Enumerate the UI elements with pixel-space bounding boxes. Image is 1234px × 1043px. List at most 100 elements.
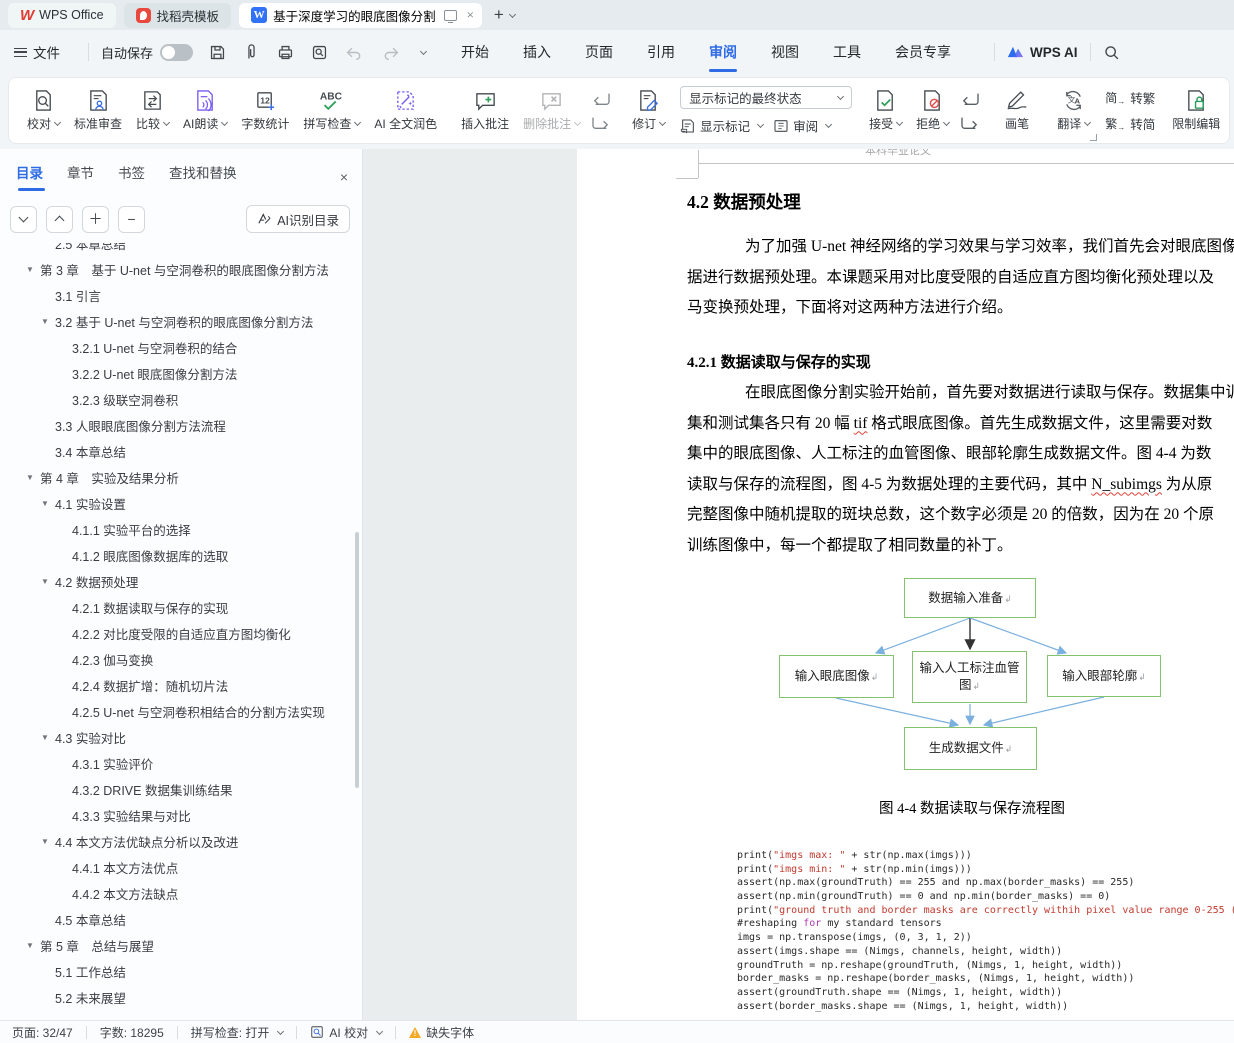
- toc-previous-button[interactable]: [46, 205, 73, 233]
- show-markup-button[interactable]: 显示标记: [680, 116, 765, 135]
- print-icon[interactable]: [277, 44, 294, 61]
- wps-ai-button[interactable]: WPS AI: [1007, 44, 1078, 60]
- translate-button[interactable]: 文A 翻译: [1050, 87, 1097, 134]
- screen-share-icon[interactable]: [443, 9, 457, 23]
- ai-recognize-toc-button[interactable]: AI识别目录: [246, 205, 350, 233]
- toc-next-button[interactable]: [10, 205, 37, 233]
- undo-icon[interactable]: [345, 45, 364, 60]
- toc-toggle-icon[interactable]: ▼: [26, 473, 40, 482]
- toc-item[interactable]: 3.2.3 级联空洞卷积: [0, 386, 362, 412]
- toc-toggle-icon[interactable]: ▼: [41, 837, 55, 846]
- toc-item[interactable]: 5.1 工作总结: [0, 958, 362, 984]
- tab-document[interactable]: W 基于深度学习的眼底图像分割 ×: [239, 2, 482, 28]
- toc-item[interactable]: 3.4 本章总结: [0, 438, 362, 464]
- toc-item[interactable]: ▼ 第 5 章 总结与展望: [0, 932, 362, 958]
- menu-item-3[interactable]: 页面: [568, 36, 630, 68]
- menu-item-8[interactable]: 会员专享: [878, 36, 968, 68]
- pen-button[interactable]: 画笔: [994, 87, 1040, 134]
- sidebar-tab-find-replace[interactable]: 查找和替换: [169, 162, 237, 191]
- toc-expand-button[interactable]: ＋: [82, 205, 109, 233]
- toc-item[interactable]: 4.4.2 本文方法缺点: [0, 880, 362, 906]
- reject-button[interactable]: 拒绝: [909, 87, 956, 134]
- sidebar-tab-contents[interactable]: 目录: [16, 162, 45, 191]
- sidebar-tab-bookmarks[interactable]: 书签: [118, 162, 145, 191]
- restrict-editing-button[interactable]: 限制编辑: [1165, 87, 1227, 134]
- sidebar-tab-chapters[interactable]: 章节: [67, 162, 94, 191]
- next-change-icon[interactable]: [960, 115, 980, 131]
- insert-comment-button[interactable]: 插入批注: [454, 87, 516, 134]
- menu-item-6[interactable]: 视图: [754, 36, 816, 68]
- toc-item[interactable]: 4.2.5 U-net 与空洞卷积相结合的分割方法实现: [0, 698, 362, 724]
- markup-state-select[interactable]: 显示标记的最终状态: [680, 86, 853, 109]
- toc-item[interactable]: 2.5 本章总结: [0, 243, 362, 256]
- save-icon[interactable]: [209, 44, 226, 61]
- close-tab-icon[interactable]: ×: [467, 7, 474, 23]
- toc-item[interactable]: 4.5 本章总结: [0, 906, 362, 932]
- word-count-button[interactable]: 12 字数统计: [234, 87, 296, 134]
- menu-item-1[interactable]: 开始: [444, 36, 506, 68]
- track-changes-button[interactable]: 修订: [625, 87, 672, 134]
- toc-item[interactable]: 4.1.1 实验平台的选择: [0, 516, 362, 542]
- toc-item[interactable]: ▼ 4.4 本文方法优缺点分析以及改进: [0, 828, 362, 854]
- search-icon[interactable]: [1103, 44, 1120, 61]
- toc-toggle-icon[interactable]: ▼: [26, 265, 40, 274]
- toc-toggle-icon[interactable]: ▼: [41, 577, 55, 586]
- word-count-indicator[interactable]: 字数: 18295: [100, 1024, 164, 1041]
- autosave-toggle[interactable]: [160, 43, 194, 61]
- toc-item[interactable]: ▼ 3.2 基于 U-net 与空洞卷积的眼底图像分割方法: [0, 308, 362, 334]
- toc-item[interactable]: 4.2.3 伽马变换: [0, 646, 362, 672]
- spellcheck-status[interactable]: 拼写检查: 打开: [191, 1024, 285, 1041]
- menu-item-4[interactable]: 引用: [630, 36, 692, 68]
- toc-item[interactable]: 3.3 人眼眼底图像分割方法流程: [0, 412, 362, 438]
- toc-item[interactable]: ▼ 4.3 实验对比: [0, 724, 362, 750]
- toc-toggle-icon[interactable]: ▼: [41, 733, 55, 742]
- toc-item[interactable]: 4.4.1 本文方法优点: [0, 854, 362, 880]
- tab-wps-office[interactable]: W WPS Office: [8, 2, 116, 28]
- toc-item[interactable]: 4.3.3 实验结果与对比: [0, 802, 362, 828]
- export-pdf-icon[interactable]: [243, 43, 260, 61]
- next-comment-icon[interactable]: [591, 115, 611, 131]
- toc-item[interactable]: ▼ 第 3 章 基于 U-net 与空洞卷积的眼底图像分割方法: [0, 256, 362, 282]
- tab-list-chevron-icon[interactable]: [508, 10, 516, 18]
- menu-item-7[interactable]: 工具: [816, 36, 878, 68]
- sidebar-close-icon[interactable]: ×: [340, 169, 348, 185]
- toc-item[interactable]: 3.1 引言: [0, 282, 362, 308]
- document-page[interactable]: 本科毕业论文 4.2 数据预处理 为了加强 U-net 神经网络的学习效果与学习…: [577, 149, 1234, 1020]
- toc-item[interactable]: ▼ 第 4 章 实验及结果分析: [0, 464, 362, 490]
- accept-button[interactable]: 接受: [862, 87, 909, 134]
- toc-collapse-button[interactable]: −: [118, 205, 145, 233]
- toc-item[interactable]: 3.2.2 U-net 眼底图像分割方法: [0, 360, 362, 386]
- redo-icon[interactable]: [381, 45, 400, 60]
- toc-item[interactable]: 4.1.2 眼底图像数据库的选取: [0, 542, 362, 568]
- toc-toggle-icon[interactable]: ▼: [26, 941, 40, 950]
- print-preview-icon[interactable]: [311, 44, 328, 61]
- previous-change-icon[interactable]: [960, 91, 980, 107]
- previous-comment-icon[interactable]: [591, 91, 611, 107]
- new-tab-button[interactable]: +: [494, 5, 504, 25]
- toc-item[interactable]: 4.3.2 DRIVE 数据集训练结果: [0, 776, 362, 802]
- ribbon-expand-icon[interactable]: [1090, 134, 1097, 141]
- proofread-button[interactable]: 校对: [20, 87, 67, 134]
- toc-item[interactable]: 4.2.4 数据扩增：随机切片法: [0, 672, 362, 698]
- toc-item[interactable]: 4.2.1 数据读取与保存的实现: [0, 594, 362, 620]
- missing-font-warning[interactable]: 缺失字体: [409, 1024, 474, 1041]
- toc-item[interactable]: ▼ 4.1 实验设置: [0, 490, 362, 516]
- ai-proofread-status[interactable]: AI 校对: [310, 1024, 384, 1041]
- toc-item[interactable]: 5.2 未来展望: [0, 984, 362, 1010]
- file-menu-button[interactable]: 文件: [14, 42, 60, 62]
- toc-toggle-icon[interactable]: ▼: [41, 317, 55, 326]
- spell-check-button[interactable]: ABC 拼写检查: [296, 87, 367, 134]
- toc-item[interactable]: 4.3.1 实验评价: [0, 750, 362, 776]
- page-indicator[interactable]: 页面: 32/47: [12, 1024, 73, 1041]
- menu-item-2[interactable]: 插入: [506, 36, 568, 68]
- simplified-to-traditional-button[interactable]: 简→ 转繁: [1105, 88, 1155, 107]
- sidebar-scrollbar[interactable]: [355, 532, 359, 788]
- toc-item[interactable]: ▼ 4.2 数据预处理: [0, 568, 362, 594]
- more-commands-chevron-icon[interactable]: [419, 47, 428, 55]
- traditional-to-simplified-button[interactable]: 繁→ 转简: [1105, 114, 1155, 133]
- ai-polish-button[interactable]: AI 全文润色: [367, 87, 444, 134]
- toc-item[interactable]: 3.2.1 U-net 与空洞卷积的结合: [0, 334, 362, 360]
- toc-toggle-icon[interactable]: ▼: [41, 499, 55, 508]
- toc-item[interactable]: 4.2.2 对比度受限的自适应直方图均衡化: [0, 620, 362, 646]
- tab-docer-templates[interactable]: 找稻壳模板: [123, 2, 232, 28]
